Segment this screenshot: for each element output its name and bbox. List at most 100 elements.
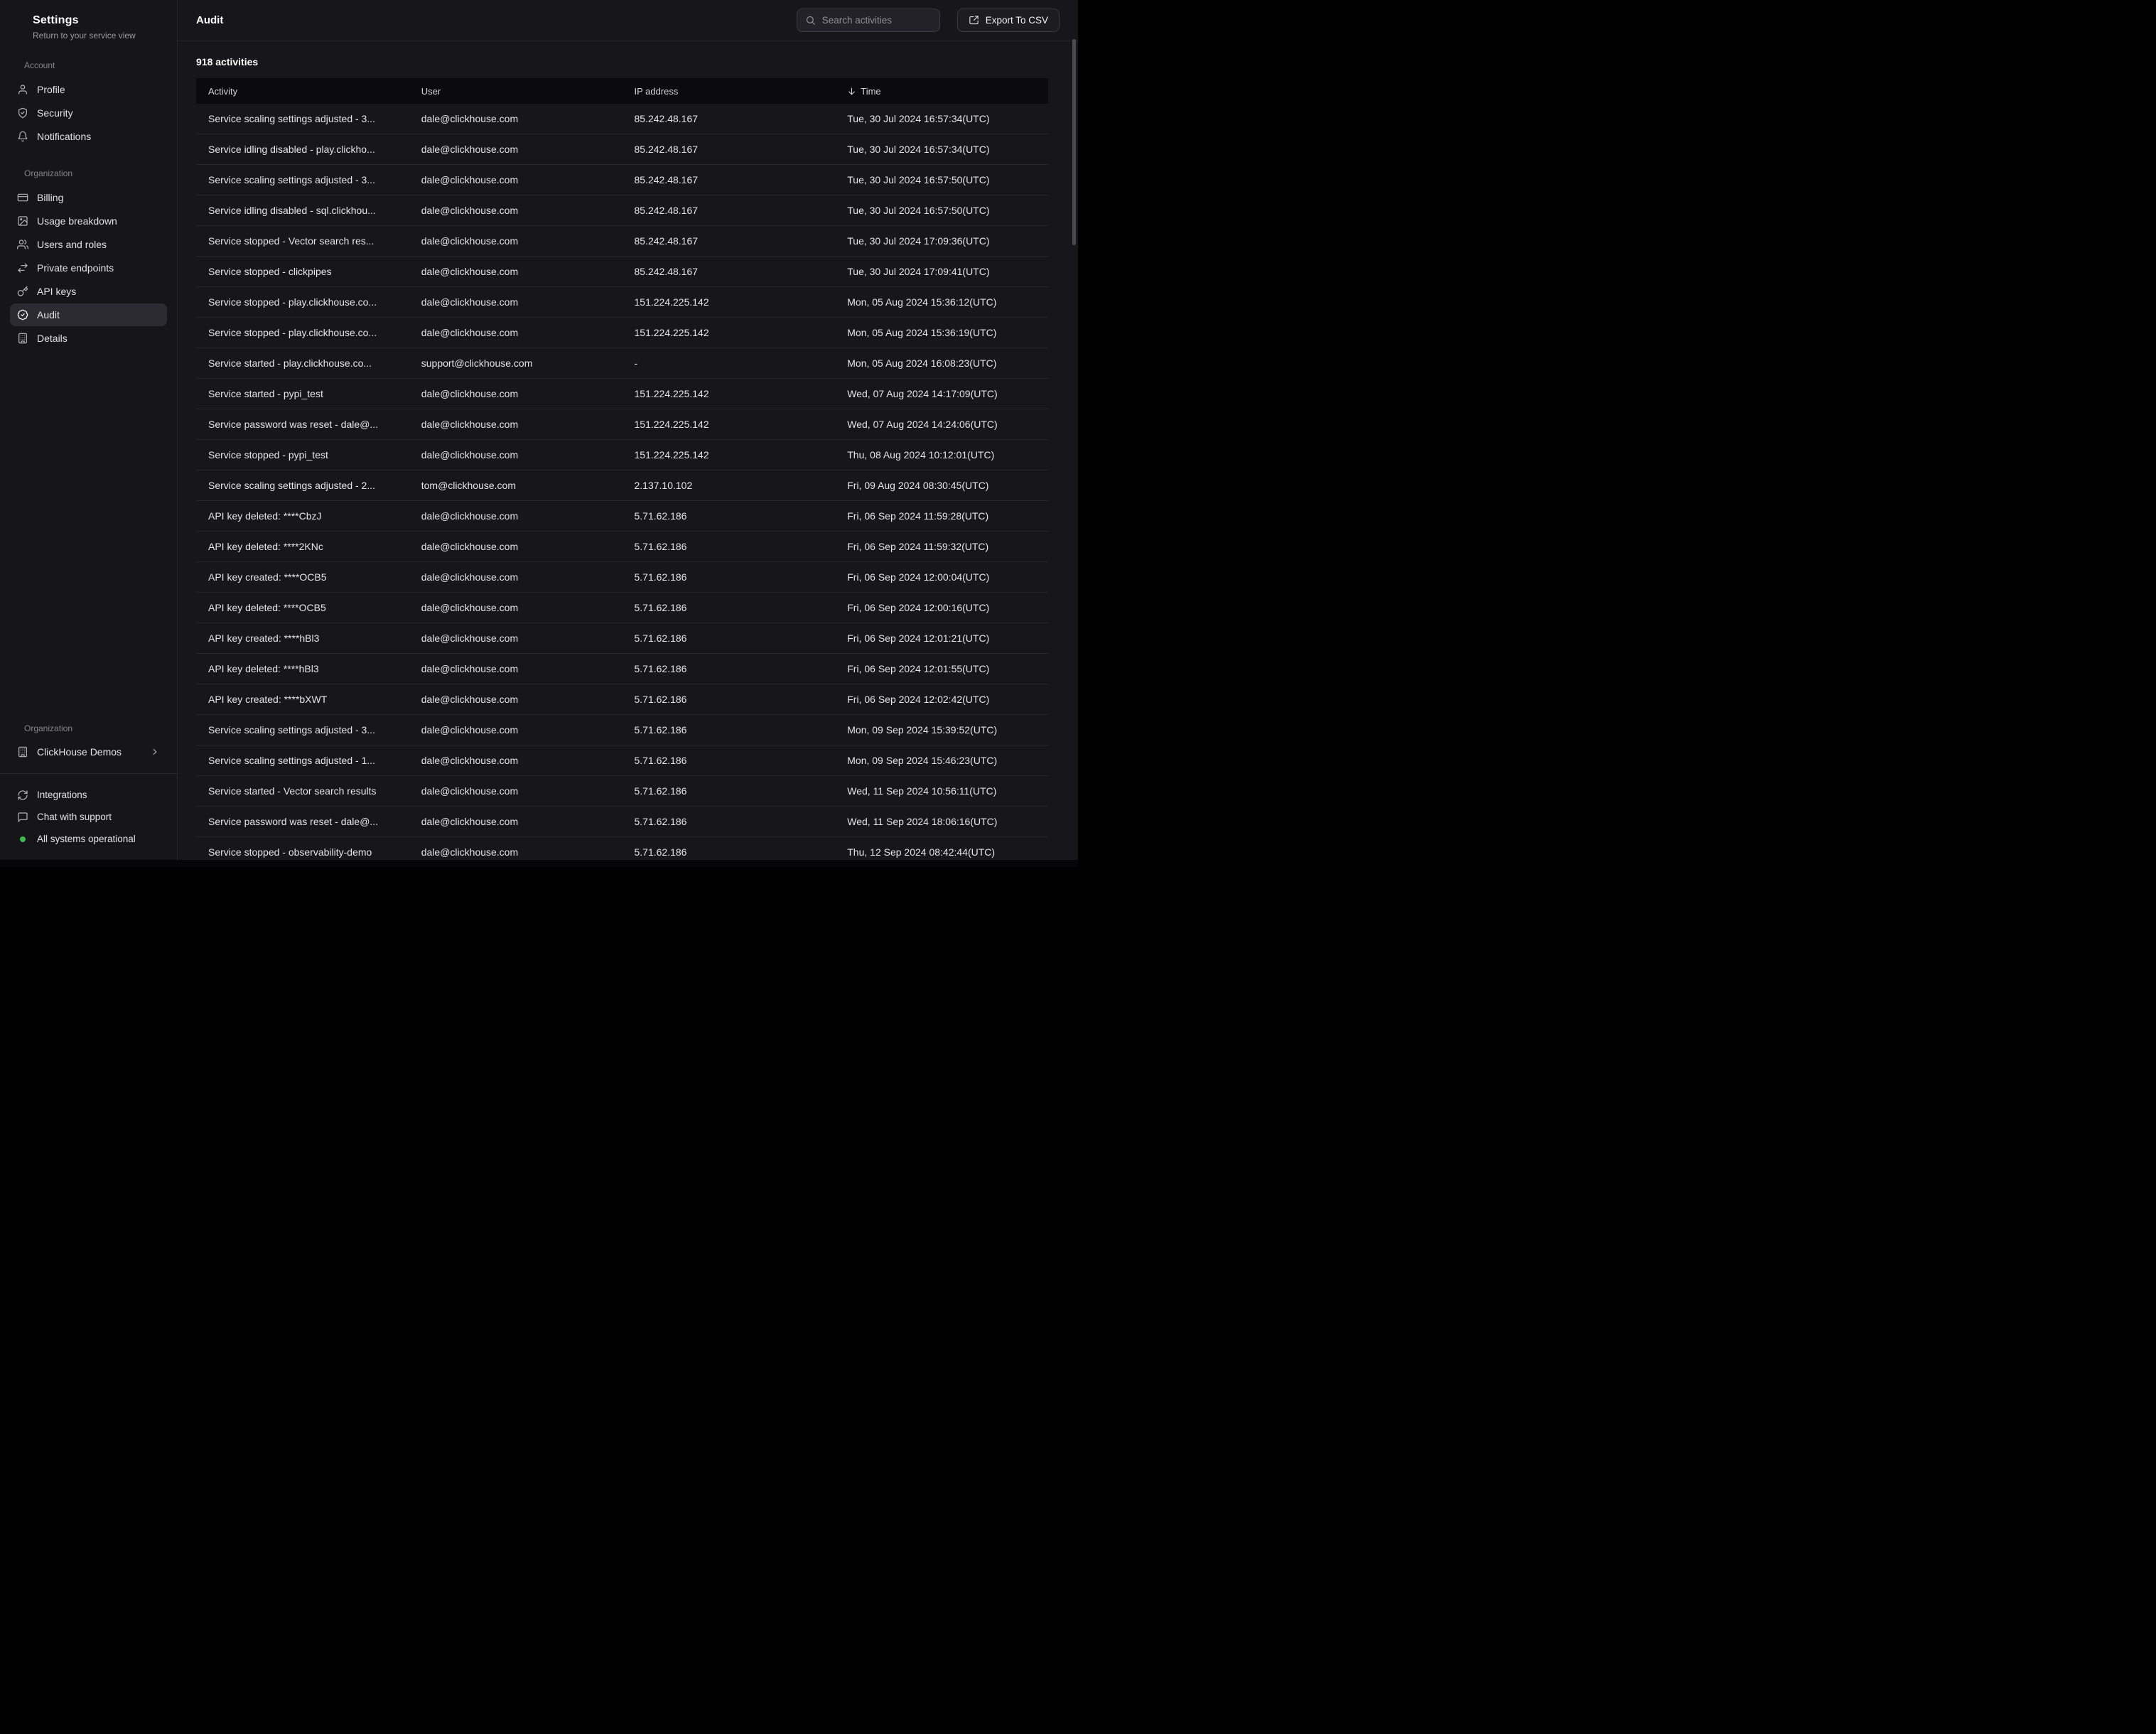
table-row[interactable]: Service started - pypi_test dale@clickho…	[196, 379, 1048, 409]
chevron-right-icon	[150, 747, 160, 757]
table-row[interactable]: API key deleted: ****CbzJ dale@clickhous…	[196, 501, 1048, 532]
cell-user: dale@clickhouse.com	[409, 449, 622, 461]
cell-time: Wed, 11 Sep 2024 18:06:16(UTC)	[835, 816, 1048, 827]
sort-descending-icon	[847, 87, 856, 96]
cell-activity: API key deleted: ****hBl3	[196, 663, 409, 674]
cell-time: Fri, 06 Sep 2024 12:02:42(UTC)	[835, 694, 1048, 705]
table-row[interactable]: API key deleted: ****2KNc dale@clickhous…	[196, 532, 1048, 562]
cell-activity: Service password was reset - dale@...	[196, 419, 409, 430]
table-row[interactable]: Service stopped - clickpipes dale@clickh…	[196, 257, 1048, 287]
sidebar-item-label: Users and roles	[37, 239, 107, 250]
header-actions: Export To CSV	[797, 9, 1060, 32]
cell-user: dale@clickhouse.com	[409, 266, 622, 277]
table-row[interactable]: Service scaling settings adjusted - 2...…	[196, 470, 1048, 501]
table-row[interactable]: Service started - play.clickhouse.co... …	[196, 348, 1048, 379]
cell-ip-address: 5.71.62.186	[622, 755, 836, 766]
export-csv-label: Export To CSV	[986, 15, 1048, 26]
sidebar-item-label: Usage breakdown	[37, 215, 117, 227]
cell-time: Wed, 07 Aug 2024 14:17:09(UTC)	[835, 388, 1048, 399]
sidebar-item-private-endpoints[interactable]: Private endpoints	[10, 257, 167, 279]
users-icon	[17, 239, 28, 250]
cell-time: Fri, 06 Sep 2024 12:00:16(UTC)	[835, 602, 1048, 613]
sidebar-item-integrations[interactable]: Integrations	[10, 784, 167, 806]
table-row[interactable]: API key created: ****hBl3 dale@clickhous…	[196, 623, 1048, 654]
cell-ip-address: 2.137.10.102	[622, 480, 836, 491]
return-link[interactable]: Return to your service view	[33, 31, 136, 41]
cell-activity: Service stopped - play.clickhouse.co...	[196, 296, 409, 308]
audit-table: Activity User IP address Time Service sc…	[196, 78, 1048, 867]
table-row[interactable]: API key deleted: ****OCB5 dale@clickhous…	[196, 593, 1048, 623]
back-button[interactable]	[13, 17, 27, 31]
cell-user: dale@clickhouse.com	[409, 571, 622, 583]
vertical-scrollbar[interactable]	[1072, 39, 1076, 245]
table-row[interactable]: API key created: ****OCB5 dale@clickhous…	[196, 562, 1048, 593]
table-row[interactable]: Service stopped - play.clickhouse.co... …	[196, 318, 1048, 348]
usage-icon	[17, 215, 28, 227]
table-row[interactable]: Service stopped - Vector search res... d…	[196, 226, 1048, 257]
sidebar-item-profile[interactable]: Profile	[10, 78, 167, 101]
sidebar-item-label: Audit	[37, 309, 60, 321]
cell-activity: Service scaling settings adjusted - 3...	[196, 174, 409, 185]
cell-user: dale@clickhouse.com	[409, 846, 622, 858]
search-input[interactable]	[822, 15, 932, 26]
cell-activity: API key created: ****hBl3	[196, 632, 409, 644]
org-switcher[interactable]: ClickHouse Demos	[10, 741, 167, 763]
column-header-ip[interactable]: IP address	[622, 86, 836, 97]
table-row[interactable]: Service idling disabled - play.clickho..…	[196, 134, 1048, 165]
cell-ip-address: 85.242.48.167	[622, 266, 836, 277]
sidebar-item-details[interactable]: Details	[10, 327, 167, 350]
sidebar-item-usage-breakdown[interactable]: Usage breakdown	[10, 210, 167, 232]
main-panel: Audit Export To CSV 918 activities Activ…	[178, 0, 1078, 867]
column-header-activity[interactable]: Activity	[196, 86, 409, 97]
table-row[interactable]: Service stopped - pypi_test dale@clickho…	[196, 440, 1048, 470]
sidebar-item-audit[interactable]: Audit	[10, 303, 167, 326]
cell-ip-address: 5.71.62.186	[622, 724, 836, 736]
table-row[interactable]: Service scaling settings adjusted - 1...…	[196, 745, 1048, 776]
sidebar-item-api-keys[interactable]: API keys	[10, 280, 167, 303]
sidebar-item-label: Integrations	[37, 790, 87, 800]
export-csv-button[interactable]: Export To CSV	[957, 9, 1060, 32]
cell-activity: Service stopped - pypi_test	[196, 449, 409, 461]
table-row[interactable]: Service idling disabled - sql.clickhou..…	[196, 195, 1048, 226]
sidebar-item-users-and-roles[interactable]: Users and roles	[10, 233, 167, 256]
cell-time: Mon, 09 Sep 2024 15:46:23(UTC)	[835, 755, 1048, 766]
cell-user: dale@clickhouse.com	[409, 816, 622, 827]
cell-activity: Service stopped - Vector search res...	[196, 235, 409, 247]
table-row[interactable]: API key created: ****bXWT dale@clickhous…	[196, 684, 1048, 715]
cell-user: dale@clickhouse.com	[409, 419, 622, 430]
column-header-user[interactable]: User	[409, 86, 622, 97]
sidebar-item-chat-with-support[interactable]: Chat with support	[10, 806, 167, 828]
main-header: Audit Export To CSV	[178, 0, 1078, 41]
cell-time: Tue, 30 Jul 2024 16:57:50(UTC)	[835, 205, 1048, 216]
table-row[interactable]: Service password was reset - dale@... da…	[196, 807, 1048, 837]
table-row[interactable]: Service scaling settings adjusted - 3...…	[196, 165, 1048, 195]
billing-icon	[17, 192, 28, 203]
account-nav: Profile Security Notifications	[0, 77, 177, 149]
shield-icon	[17, 107, 28, 119]
sidebar-item-notifications[interactable]: Notifications	[10, 125, 167, 148]
cell-user: dale@clickhouse.com	[409, 724, 622, 736]
table-row[interactable]: Service started - Vector search results …	[196, 776, 1048, 807]
audit-content: 918 activities Activity User IP address …	[178, 41, 1078, 867]
sidebar-item-billing[interactable]: Billing	[10, 186, 167, 209]
cell-time: Tue, 30 Jul 2024 16:57:50(UTC)	[835, 174, 1048, 185]
table-row[interactable]: Service scaling settings adjusted - 3...…	[196, 104, 1048, 134]
cell-ip-address: 151.224.225.142	[622, 449, 836, 461]
cell-activity: API key deleted: ****OCB5	[196, 602, 409, 613]
cell-ip-address: 85.242.48.167	[622, 113, 836, 124]
column-header-time[interactable]: Time	[835, 86, 1048, 97]
cell-user: tom@clickhouse.com	[409, 480, 622, 491]
cell-user: dale@clickhouse.com	[409, 296, 622, 308]
table-row[interactable]: Service scaling settings adjusted - 3...…	[196, 715, 1048, 745]
table-row[interactable]: Service password was reset - dale@... da…	[196, 409, 1048, 440]
audit-icon	[17, 309, 28, 321]
cell-user: dale@clickhouse.com	[409, 541, 622, 552]
table-row[interactable]: API key deleted: ****hBl3 dale@clickhous…	[196, 654, 1048, 684]
sidebar-item-security[interactable]: Security	[10, 102, 167, 124]
audit-table-header: Activity User IP address Time	[196, 78, 1048, 104]
cell-ip-address: 5.71.62.186	[622, 694, 836, 705]
table-row[interactable]: Service stopped - play.clickhouse.co... …	[196, 287, 1048, 318]
cell-ip-address: 5.71.62.186	[622, 510, 836, 522]
cell-activity: Service stopped - play.clickhouse.co...	[196, 327, 409, 338]
cell-activity: Service started - Vector search results	[196, 785, 409, 797]
